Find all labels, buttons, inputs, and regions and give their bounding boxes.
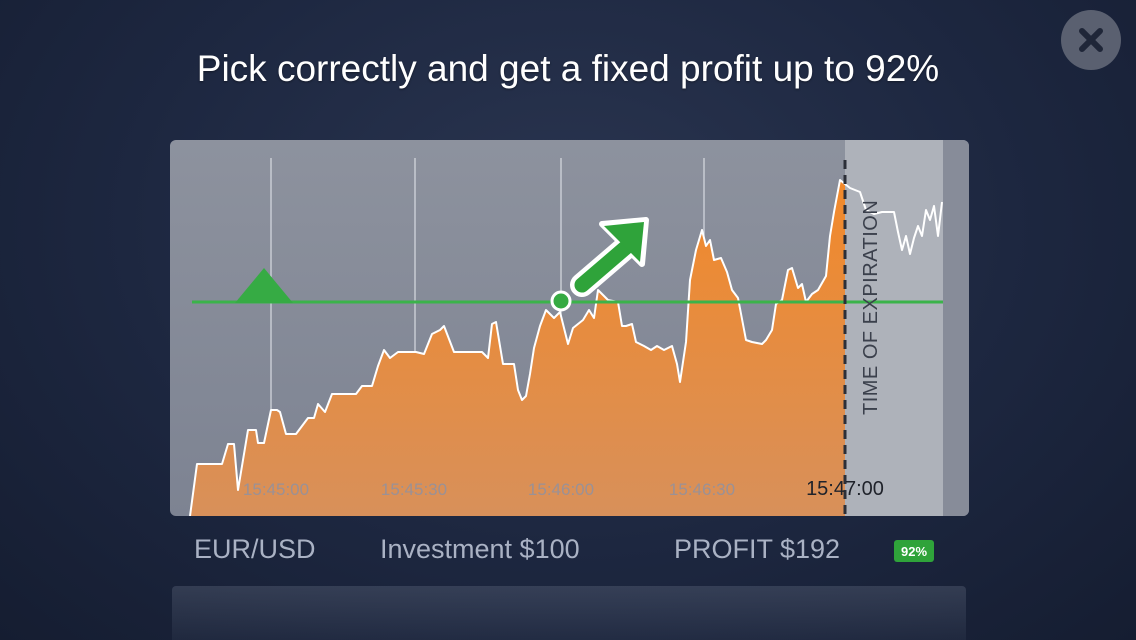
investment-label: Investment $100: [380, 534, 580, 564]
time-tick-label: 15:45:00: [243, 480, 309, 499]
time-tick-label: 15:46:00: [528, 480, 594, 499]
profit-label: PROFIT $192: [674, 534, 841, 564]
time-tick-label: 15:45:30: [381, 480, 447, 499]
price-chart: 15:45:00 15:45:30 15:46:00 15:46:30 15:4…: [170, 140, 969, 516]
currency-pair-label: EUR/USD: [194, 534, 316, 564]
profit-percent-badge: 92%: [894, 540, 934, 562]
chart-right-margin: [943, 140, 969, 516]
expiration-time-label: 15:47:00: [806, 478, 884, 500]
arrow-up-right-icon: [570, 217, 649, 297]
price-area: [190, 180, 845, 516]
time-of-expiration-label: TIME OF EXPIRATION: [860, 199, 882, 415]
time-tick-label: 15:46:30: [669, 480, 735, 499]
up-triangle-icon: [235, 268, 293, 303]
headline: Pick correctly and get a fixed profit up…: [196, 48, 940, 89]
entry-point-marker: [550, 290, 572, 312]
next-card-preview: [172, 586, 966, 640]
chart-svg: 15:45:00 15:45:30 15:46:00 15:46:30 15:4…: [189, 140, 969, 516]
